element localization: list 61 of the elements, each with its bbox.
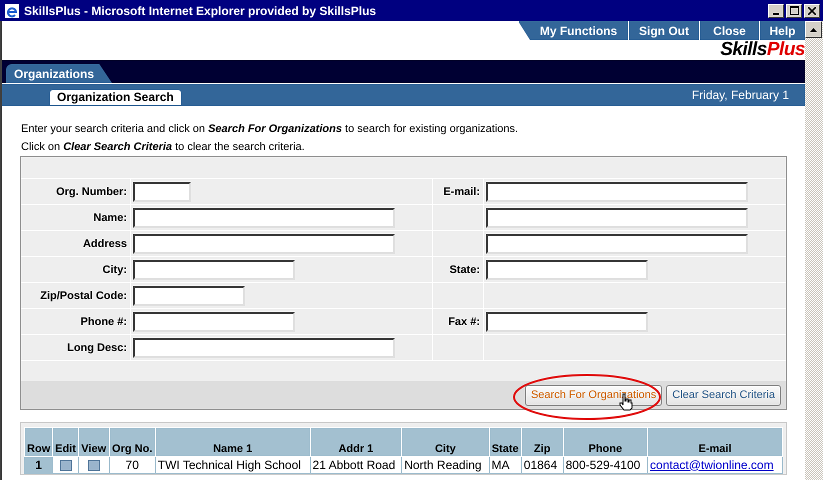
view-icon[interactable] bbox=[88, 460, 100, 471]
nav-button[interactable]: Close bbox=[699, 21, 759, 40]
table-cell: 01864 bbox=[521, 456, 564, 474]
minimize-icon[interactable] bbox=[768, 4, 784, 18]
table-cell: TWI Technical High School bbox=[155, 456, 310, 474]
form-button[interactable]: Clear Search Criteria bbox=[666, 384, 781, 406]
edit-icon[interactable] bbox=[60, 460, 72, 471]
column-header: View bbox=[78, 428, 110, 456]
maximize-icon[interactable] bbox=[786, 4, 802, 18]
field-label: E-mail: bbox=[443, 186, 480, 198]
input-field[interactable] bbox=[133, 208, 395, 228]
column-header: Row bbox=[24, 428, 53, 456]
instruction-text: Click on Clear Search Criteria to clear the search criteria. bbox=[21, 140, 306, 155]
input-field[interactable] bbox=[133, 260, 295, 280]
column-header: Name 1 bbox=[155, 428, 310, 456]
date-label: Friday, February 1 bbox=[692, 88, 790, 102]
input-field[interactable] bbox=[133, 182, 191, 202]
nav-button[interactable]: My Functions bbox=[518, 21, 628, 40]
field-label: Fax #: bbox=[448, 316, 480, 328]
field-label: City: bbox=[102, 264, 127, 276]
input-field[interactable] bbox=[133, 234, 395, 254]
instruction-text: Enter your search criteria and click on Search For Organizations to search for existing organizations. bbox=[21, 122, 520, 137]
input-field[interactable] bbox=[133, 338, 395, 358]
close-icon[interactable] bbox=[804, 4, 820, 18]
field-label: Long Desc: bbox=[67, 342, 127, 354]
column-header: Edit bbox=[52, 428, 78, 456]
scroll-up-icon[interactable] bbox=[805, 21, 822, 38]
table-cell: 70 bbox=[109, 456, 156, 474]
column-header: City bbox=[402, 428, 490, 456]
field-label: Org. Number: bbox=[56, 186, 127, 198]
column-header: Org No. bbox=[109, 428, 156, 456]
form-button[interactable]: Search For Organizations bbox=[524, 384, 662, 406]
input-field[interactable] bbox=[133, 312, 295, 332]
row-number: 1 bbox=[24, 456, 53, 474]
input-field[interactable] bbox=[133, 286, 245, 306]
column-header: State bbox=[489, 428, 522, 456]
table-cell: MA bbox=[489, 456, 522, 474]
logo: SkillsPlus bbox=[720, 40, 805, 60]
field-label: State: bbox=[449, 264, 480, 276]
input-field[interactable] bbox=[486, 312, 648, 332]
input-field[interactable] bbox=[486, 208, 748, 228]
column-header: Zip bbox=[521, 428, 564, 456]
input-field[interactable] bbox=[486, 182, 748, 202]
browser-icon bbox=[4, 2, 20, 18]
subtab[interactable]: Organization Search bbox=[50, 90, 181, 104]
window-title: SkillsPlus - Microsoft Internet Explorer provided by SkillsPlus bbox=[24, 4, 378, 18]
tab[interactable]: Organizations bbox=[6, 64, 112, 83]
field-label: Phone #: bbox=[80, 316, 127, 328]
field-label: Zip/Postal Code: bbox=[40, 290, 127, 302]
table-cell: North Reading bbox=[402, 456, 490, 474]
input-field[interactable] bbox=[486, 234, 748, 254]
table-cell: 800-529-4100 bbox=[563, 456, 648, 474]
field-label: Address bbox=[82, 238, 127, 250]
nav-button[interactable]: Sign Out bbox=[628, 21, 699, 40]
field-label: Name: bbox=[93, 212, 127, 224]
column-header: Addr 1 bbox=[310, 428, 402, 456]
column-header: E-mail bbox=[648, 428, 782, 456]
input-field[interactable] bbox=[486, 260, 648, 280]
table-cell: 21 Abbott Road bbox=[310, 456, 402, 474]
column-header: Phone bbox=[563, 428, 648, 456]
nav-button[interactable]: Help bbox=[759, 21, 805, 40]
